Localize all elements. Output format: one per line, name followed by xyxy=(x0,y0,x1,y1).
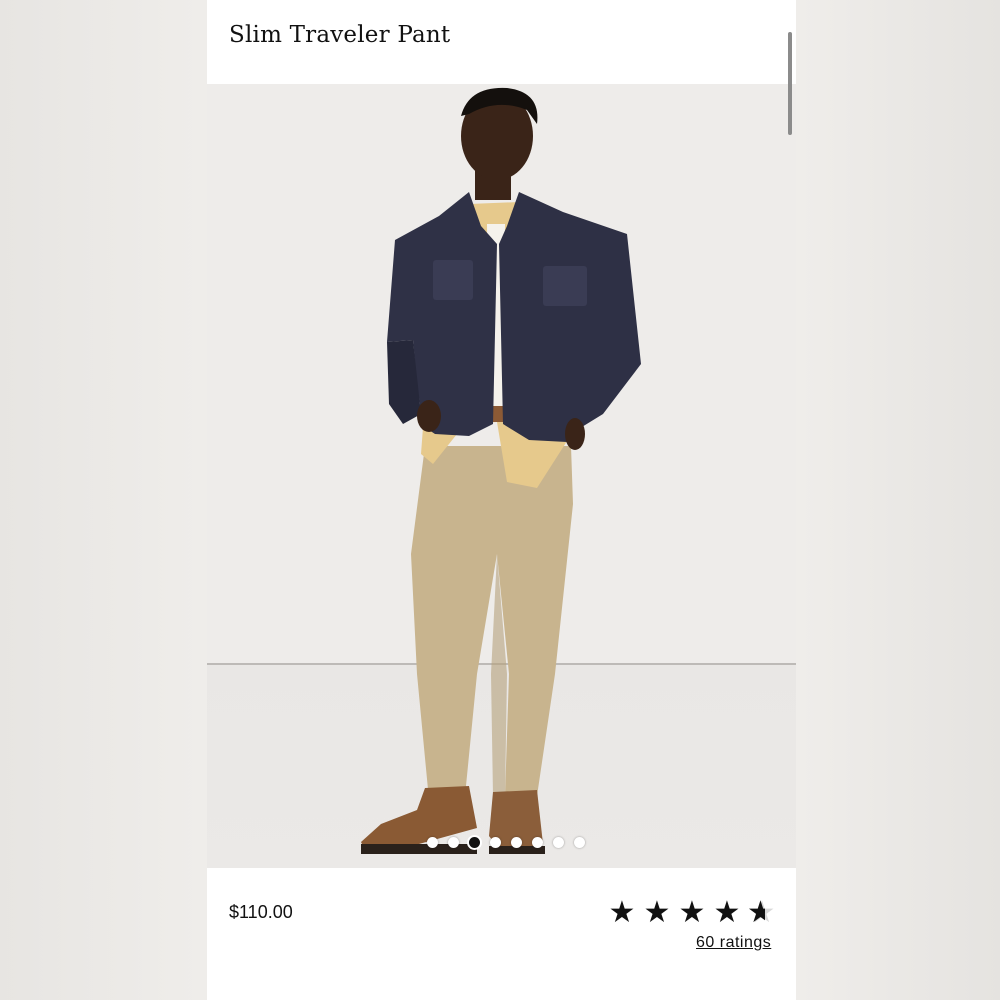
carousel-dot[interactable] xyxy=(489,837,501,848)
ratings-link[interactable]: 60 ratings xyxy=(696,934,771,952)
star-icon: ★ xyxy=(713,895,741,930)
product-card: Slim Traveler Pant $110.00 ★ ★ ★ ★ ★ ★ 6… xyxy=(207,0,796,1000)
carousel-dot[interactable] xyxy=(447,837,459,848)
carousel-dot[interactable] xyxy=(531,837,543,848)
pants xyxy=(411,446,573,800)
product-image-carousel[interactable] xyxy=(207,84,796,868)
scrollbar[interactable] xyxy=(788,32,792,135)
star-icon: ★ xyxy=(608,895,636,930)
product-title: Slim Traveler Pant xyxy=(229,22,451,48)
carousel-dot[interactable] xyxy=(573,837,585,848)
carousel-dots xyxy=(207,837,796,851)
star-rating: ★ ★ ★ ★ ★ ★ xyxy=(607,896,777,930)
star-icon: ★ ★ xyxy=(747,895,776,930)
star-icon: ★ xyxy=(643,895,671,930)
star-icon: ★ xyxy=(678,895,706,930)
product-photo xyxy=(361,87,641,854)
carousel-dot[interactable] xyxy=(510,837,522,848)
header: Slim Traveler Pant xyxy=(207,0,796,84)
carousel-dot[interactable] xyxy=(468,837,480,848)
product-price: $110.00 xyxy=(229,902,293,922)
carousel-dot[interactable] xyxy=(426,837,438,848)
carousel-dot[interactable] xyxy=(552,837,564,848)
